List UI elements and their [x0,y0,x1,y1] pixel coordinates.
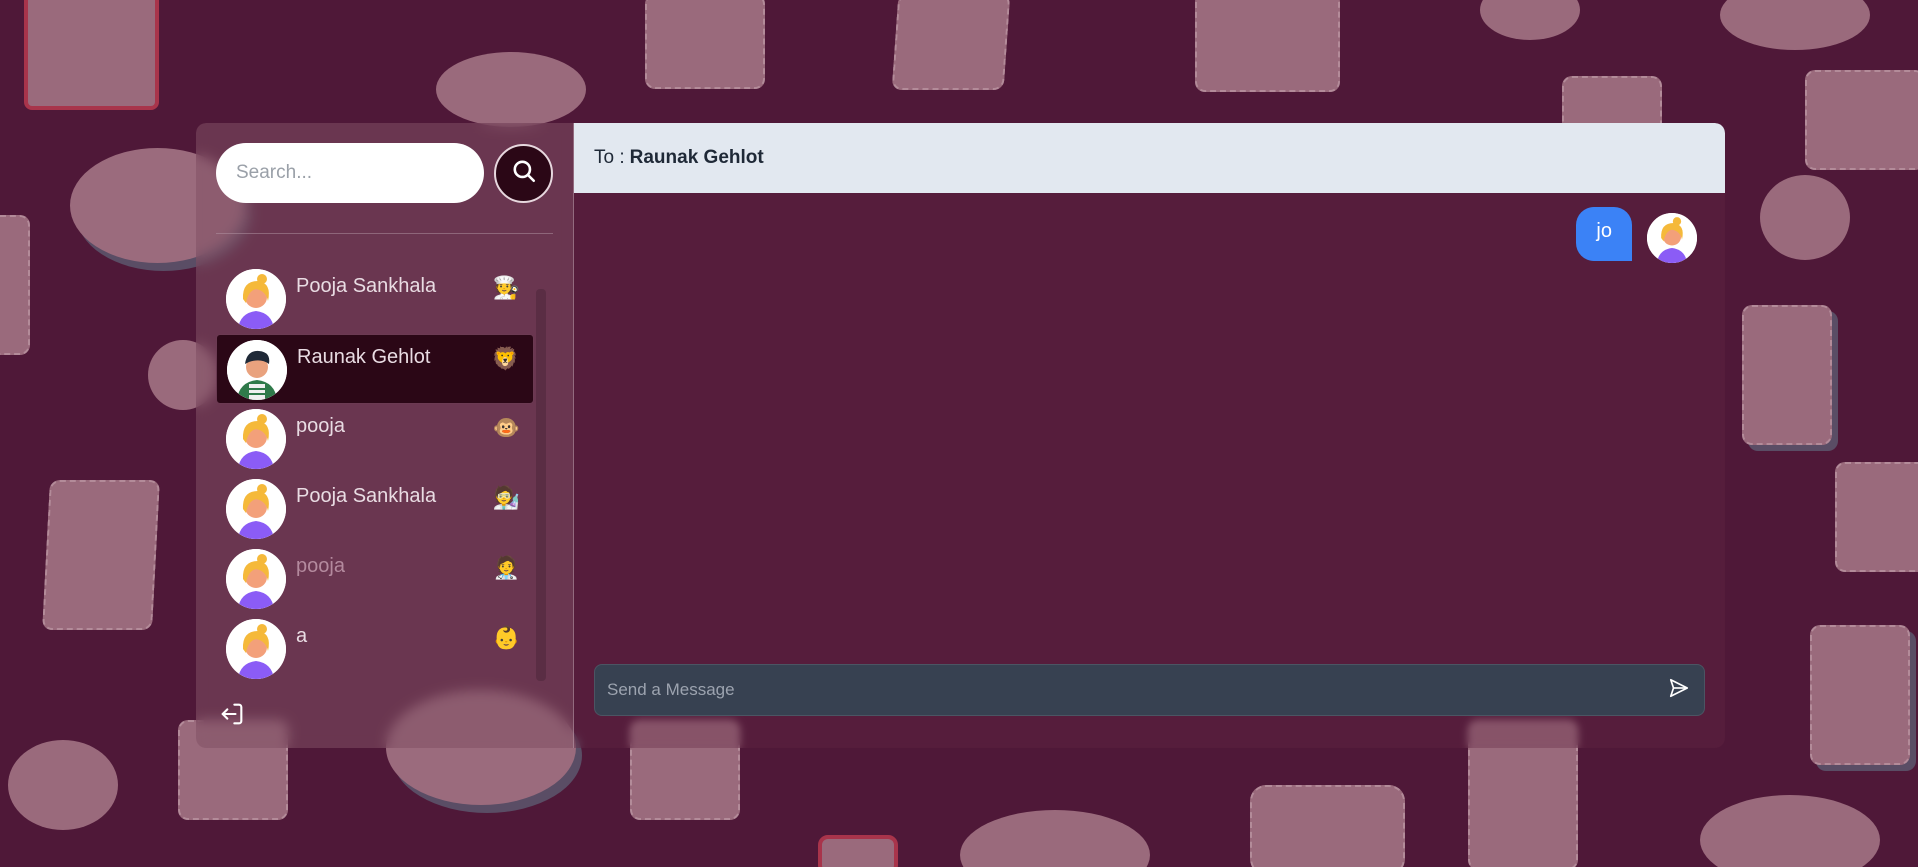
conversation-name: Pooja Sankhala [296,275,437,297]
conversation-list-scrollbar[interactable] [536,289,546,681]
composer-box [594,664,1705,716]
search-bar [216,143,553,203]
conversation-item-active[interactable]: Raunak Gehlot 🦁 [216,334,534,404]
message-list: jo [574,193,1725,664]
conversation-item[interactable]: Pooja Sankhala 🧑‍🔬 [216,474,534,544]
message-bubble: jo [1576,207,1632,261]
contact-emoji: 👶 [492,625,520,650]
send-button[interactable] [1666,677,1692,703]
contact-emoji: 🦁 [491,346,519,371]
contact-emoji: 🧑‍⚕️ [492,555,520,580]
conversation-name: Raunak Gehlot [297,346,431,368]
conversation-list: Pooja Sankhala 🧑‍🍳 Raunak Gehlot [216,264,553,679]
female-avatar [226,409,286,469]
conversation-item[interactable]: pooja 🐵 [216,404,534,474]
contact-emoji: 🧑‍🍳 [492,275,520,300]
conversation-name: pooja [296,555,345,577]
female-avatar [226,269,286,329]
conversation-name: Pooja Sankhala [296,485,437,507]
message-composer [574,664,1725,748]
send-icon [1668,677,1690,704]
female-avatar [226,479,286,539]
contact-emoji: 🐵 [492,415,520,440]
logout-button[interactable] [218,700,246,728]
female-avatar [1647,213,1697,263]
logout-icon [218,703,246,732]
contact-emoji: 🧑‍🔬 [492,485,520,510]
conversation-item[interactable]: a 👶 [216,614,534,684]
search-button[interactable] [494,143,553,203]
female-avatar [226,549,286,609]
recipient-label: To : [594,147,625,168]
recipient-name: Raunak Gehlot [629,147,764,168]
sidebar-divider [216,233,553,234]
sidebar: Pooja Sankhala 🧑‍🍳 Raunak Gehlot [196,123,574,748]
search-input[interactable] [216,143,484,203]
female-avatar [226,619,286,679]
search-icon [511,158,537,189]
chat-header: To : Raunak Gehlot [574,123,1725,193]
conversation-item[interactable]: pooja 🧑‍⚕️ [216,544,534,614]
conversation-name: a [296,625,308,647]
message-input[interactable] [607,680,1666,700]
conversation-item[interactable]: Pooja Sankhala 🧑‍🍳 [216,264,534,334]
male-avatar [227,340,287,400]
chat-app-window: Pooja Sankhala 🧑‍🍳 Raunak Gehlot [196,123,1725,748]
chat-panel: To : Raunak Gehlot jo [574,123,1725,748]
conversation-name: pooja [296,415,345,437]
